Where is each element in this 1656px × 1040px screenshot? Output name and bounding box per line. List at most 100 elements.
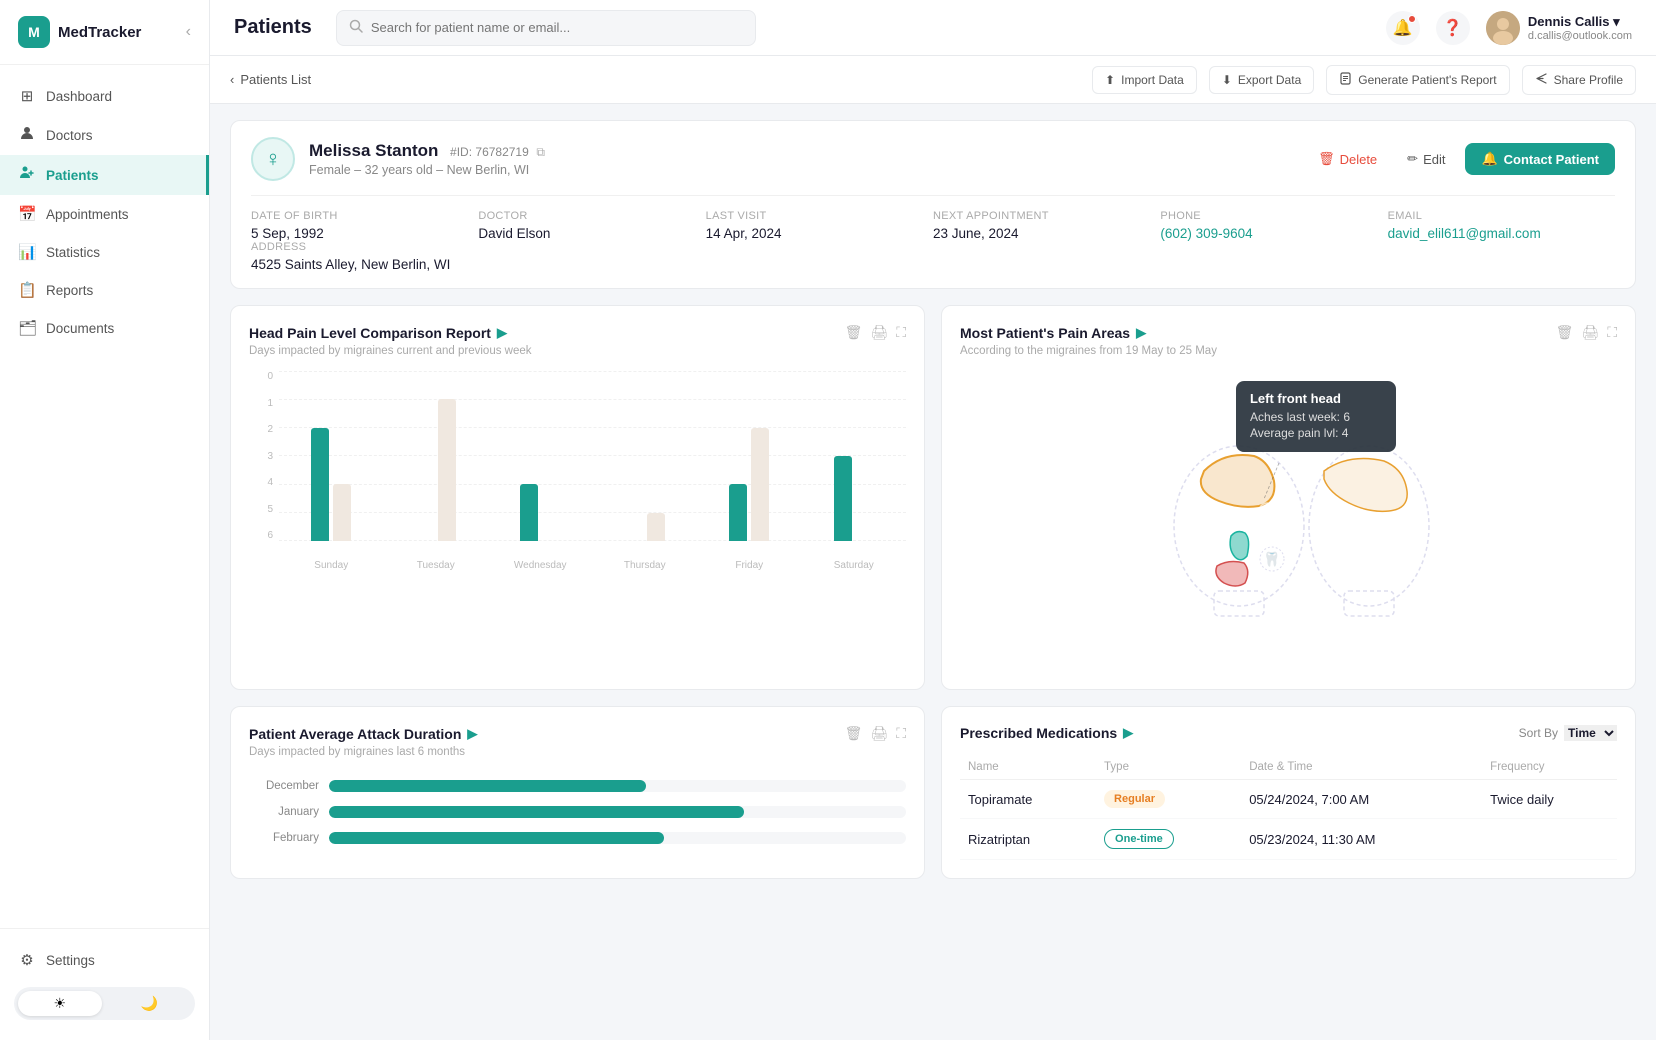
- sidebar-item-patients[interactable]: Patients: [0, 155, 209, 195]
- share-profile-button[interactable]: Share Profile: [1522, 65, 1636, 95]
- chart-expand-icon[interactable]: ⛶: [896, 324, 906, 341]
- col-type-header: Type: [1096, 755, 1241, 780]
- contact-label: Contact Patient: [1504, 152, 1599, 167]
- attack-duration-chart-card: Patient Average Attack Duration ▶ 🗑 🖨 ⛶ …: [230, 706, 925, 879]
- sidebar-logo-area: M MedTracker ‹: [0, 0, 209, 65]
- generate-report-button[interactable]: Generate Patient's Report: [1326, 65, 1509, 95]
- help-button[interactable]: ❓: [1436, 11, 1470, 45]
- charts-section-1: Head Pain Level Comparison Report ▶ 🗑 🖨 …: [230, 305, 1636, 690]
- chart-delete-icon[interactable]: 🗑: [845, 324, 863, 341]
- export-data-button[interactable]: ⬇ Export Data: [1209, 66, 1314, 94]
- table-row: RizatriptanOne-time05/23/2024, 11:30 AM: [960, 819, 1617, 860]
- tooltip-title: Left front head: [1250, 391, 1382, 406]
- patient-email: Email david_elil611@gmail.com: [1388, 210, 1615, 241]
- main-area: Patients 🔔 ❓ Dennis Callis ▾ d.callis@ou…: [210, 0, 1656, 1040]
- sort-by: Sort By Time Name: [1519, 725, 1617, 741]
- chart-expand-icon[interactable]: ⛶: [1607, 324, 1617, 341]
- medications-header: Prescribed Medications ▶ Sort By Time Na…: [960, 725, 1617, 741]
- chart-play-icon[interactable]: ▶: [1136, 325, 1146, 341]
- horiz-bar-row: December: [249, 780, 906, 792]
- chart-title: Most Patient's Pain Areas ▶: [960, 325, 1146, 341]
- search-bar: [336, 10, 756, 46]
- sort-select[interactable]: Time Name: [1564, 725, 1617, 741]
- share-profile-label: Share Profile: [1554, 73, 1623, 87]
- chart-delete-icon[interactable]: 🗑: [1556, 324, 1574, 341]
- user-name: Dennis Callis ▾: [1528, 14, 1632, 30]
- doctor-label: Doctor: [478, 210, 693, 222]
- sidebar-item-doctors[interactable]: Doctors: [0, 115, 209, 155]
- next-appt-label: Next Appointment: [933, 210, 1148, 222]
- import-data-button[interactable]: ⬆ Import Data: [1092, 66, 1197, 94]
- sidebar-item-reports[interactable]: 📋 Reports: [0, 271, 209, 309]
- horiz-bar-row: February: [249, 832, 906, 844]
- sidebar-collapse-button[interactable]: ‹: [186, 23, 191, 41]
- horiz-bar-track: [329, 832, 906, 844]
- notifications-button[interactable]: 🔔: [1386, 11, 1420, 45]
- bar-group: [697, 371, 802, 541]
- chart-header: Patient Average Attack Duration ▶ 🗑 🖨 ⛶: [249, 725, 906, 742]
- y-label-3: 3: [249, 451, 273, 462]
- chart-play-icon[interactable]: ▶: [467, 726, 477, 742]
- horizontal-bar-chart: December January February: [249, 772, 906, 844]
- patient-name-section: Melissa Stanton #ID: 76782719 ⧉ Female –…: [309, 141, 545, 177]
- user-menu[interactable]: Dennis Callis ▾ d.callis@outlook.com: [1486, 11, 1632, 45]
- patient-header-actions: 🗑 Delete ✏ Edit 🔔 Contact Patient: [1308, 143, 1615, 175]
- charts-section-2: Patient Average Attack Duration ▶ 🗑 🖨 ⛶ …: [230, 706, 1636, 879]
- back-arrow-icon: ‹: [230, 72, 234, 87]
- app-name: MedTracker: [58, 24, 141, 41]
- med-name: Rizatriptan: [960, 819, 1096, 860]
- med-play-icon[interactable]: ▶: [1123, 725, 1133, 741]
- user-email: d.callis@outlook.com: [1528, 30, 1632, 42]
- sidebar-item-label: Patients: [46, 168, 99, 183]
- chart-delete-icon[interactable]: 🗑: [845, 725, 863, 742]
- chart-play-icon[interactable]: ▶: [497, 325, 507, 341]
- sidebar-item-documents[interactable]: 🗂 Documents: [0, 309, 209, 347]
- copy-id-icon[interactable]: ⧉: [536, 145, 545, 159]
- chart-title: Head Pain Level Comparison Report ▶: [249, 325, 507, 341]
- bar-group: [279, 371, 384, 541]
- sort-by-label: Sort By: [1519, 726, 1558, 740]
- contact-patient-button[interactable]: 🔔 Contact Patient: [1465, 143, 1615, 175]
- sidebar-item-settings[interactable]: ⚙ Settings: [0, 941, 209, 979]
- import-label: Import Data: [1121, 73, 1184, 87]
- medications-table-head: Name Type Date & Time Frequency: [960, 755, 1617, 780]
- chart-print-icon[interactable]: 🖨: [1581, 324, 1599, 341]
- user-avatar: [1486, 11, 1520, 45]
- search-input[interactable]: [371, 20, 743, 35]
- back-to-patients-link[interactable]: ‹ Patients List: [230, 72, 311, 87]
- page-title: Patients: [234, 16, 312, 39]
- patient-dob: Date of Birth 5 Sep, 1992: [251, 210, 478, 241]
- col-name-header: Name: [960, 755, 1096, 780]
- email-value[interactable]: david_elil611@gmail.com: [1388, 226, 1541, 241]
- theme-dark-button[interactable]: 🌙: [108, 991, 192, 1016]
- reports-icon: 📋: [18, 281, 36, 299]
- chart-expand-icon[interactable]: ⛶: [896, 725, 906, 742]
- edit-patient-button[interactable]: ✏ Edit: [1397, 145, 1455, 173]
- chart-print-icon[interactable]: 🖨: [870, 324, 888, 341]
- phone-value[interactable]: (602) 309-9604: [1160, 226, 1375, 241]
- theme-light-button[interactable]: ☀: [18, 991, 102, 1016]
- chart-print-icon[interactable]: 🖨: [870, 725, 888, 742]
- sidebar-item-appointments[interactable]: 📅 Appointments: [0, 195, 209, 233]
- chart-actions: 🗑 🖨 ⛶: [1556, 324, 1617, 341]
- bar-prev: [438, 399, 456, 541]
- horiz-bar-month-label: January: [249, 806, 319, 818]
- bar-current: [834, 456, 852, 541]
- x-label: Saturday: [802, 560, 907, 571]
- address-label: Address: [251, 241, 694, 253]
- bar-current: [520, 484, 538, 541]
- bar-current: [311, 428, 329, 541]
- nav-items: ⊞ Dashboard Doctors Patients 📅 Appointme…: [0, 65, 209, 928]
- patient-nav-bar: ‹ Patients List ⬆ Import Data ⬇ Export D…: [210, 56, 1656, 104]
- med-type: Regular: [1096, 780, 1241, 819]
- sidebar-item-dashboard[interactable]: ⊞ Dashboard: [0, 77, 209, 115]
- doctors-icon: [18, 125, 36, 145]
- theme-toggle: ☀ 🌙: [14, 987, 195, 1020]
- patients-icon: [18, 165, 36, 185]
- delete-patient-button[interactable]: 🗑 Delete: [1308, 145, 1387, 173]
- phone-label: Phone: [1160, 210, 1375, 222]
- horiz-bar-fill: [329, 832, 664, 844]
- med-datetime: 05/23/2024, 11:30 AM: [1241, 819, 1482, 860]
- sidebar-item-statistics[interactable]: 📊 Statistics: [0, 233, 209, 271]
- horiz-bar-fill: [329, 806, 744, 818]
